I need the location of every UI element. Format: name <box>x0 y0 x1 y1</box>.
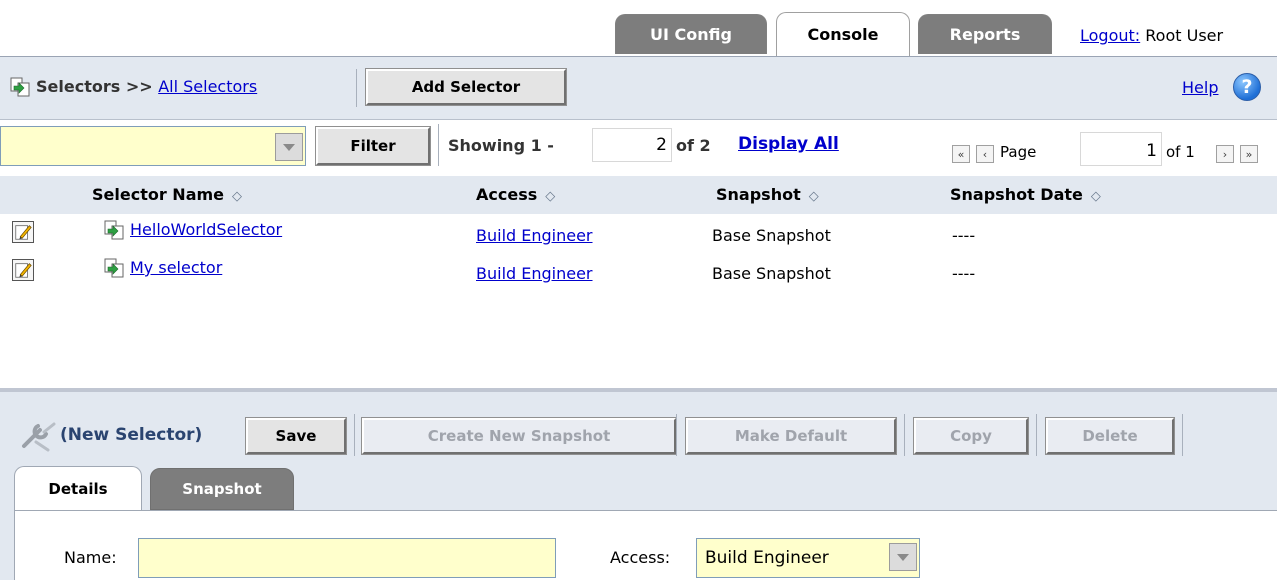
column-label: Selector Name <box>92 185 225 204</box>
add-selector-label: Add Selector <box>411 78 521 96</box>
save-button[interactable]: Save <box>245 417 347 455</box>
tab-label: Details <box>48 479 108 498</box>
column-label: Snapshot <box>716 185 801 204</box>
divider <box>438 124 439 166</box>
filter-label: Filter <box>350 137 396 155</box>
column-label: Snapshot Date <box>950 185 1083 204</box>
wrench-icon <box>22 422 56 452</box>
save-label: Save <box>275 427 317 445</box>
prev-page-icon[interactable]: ‹ <box>976 145 994 163</box>
table-header: Selector Name ◇ Access ◇ Snapshot ◇ Snapsho… <box>0 176 1277 214</box>
next-page-icon[interactable]: › <box>1216 145 1234 163</box>
header-bar: Selectors >> All Selectors Add Selector … <box>0 56 1277 120</box>
access-label: Access: <box>610 548 671 567</box>
snapshot-date-cell: ---- <box>952 264 976 283</box>
display-all-link[interactable]: Display All <box>738 134 839 154</box>
help-link[interactable]: Help <box>1182 78 1218 97</box>
access-link[interactable]: Build Engineer <box>476 264 593 283</box>
column-snapshot-date[interactable]: Snapshot Date ◇ <box>950 185 1101 204</box>
table-row[interactable]: My selector Build Engineer Base Snapshot… <box>0 252 1277 288</box>
sort-icon[interactable]: ◇ <box>1091 189 1101 204</box>
column-snapshot[interactable]: Snapshot ◇ <box>716 185 819 204</box>
selector-name-link[interactable]: My selector <box>130 258 222 277</box>
divider <box>354 414 355 456</box>
selector-icon <box>10 77 30 97</box>
table-row[interactable]: HelloWorldSelector Build Engineer Base S… <box>0 214 1277 250</box>
logout-area: Logout: Root User <box>1080 26 1223 45</box>
column-selector-name[interactable]: Selector Name ◇ <box>92 185 242 204</box>
access-value: Build Engineer <box>705 548 829 568</box>
sort-icon[interactable]: ◇ <box>545 189 555 204</box>
breadcrumb: Selectors >> All Selectors <box>36 77 257 96</box>
sort-icon[interactable]: ◇ <box>232 189 242 204</box>
showing-label: Showing 1 - <box>448 136 554 155</box>
filter-button[interactable]: Filter <box>315 126 431 166</box>
create-snapshot-label: Create New Snapshot <box>427 427 611 445</box>
showing-to-field[interactable]: 2 <box>592 128 672 162</box>
logout-link[interactable]: Logout: <box>1080 26 1140 45</box>
page-label: Page <box>1000 143 1037 161</box>
column-label: Access <box>476 185 538 204</box>
divider <box>1036 414 1037 456</box>
showing-of: of 2 <box>676 136 711 155</box>
divider <box>904 414 905 456</box>
tab-label: Snapshot <box>182 480 262 498</box>
tab-details[interactable]: Details <box>14 466 142 510</box>
page-of: of 1 <box>1166 143 1195 161</box>
copy-button[interactable]: Copy <box>913 417 1029 455</box>
page-field[interactable]: 1 <box>1080 132 1162 166</box>
first-page-icon[interactable]: « <box>952 145 970 163</box>
name-field[interactable] <box>138 538 556 578</box>
selector-icon <box>104 220 124 240</box>
current-user: Root User <box>1145 26 1224 45</box>
create-new-snapshot-button[interactable]: Create New Snapshot <box>361 417 677 455</box>
edit-icon[interactable] <box>12 259 34 281</box>
edit-icon[interactable] <box>12 221 34 243</box>
snapshot-date-cell: ---- <box>952 226 976 245</box>
selector-name-link[interactable]: HelloWorldSelector <box>130 220 282 239</box>
divider <box>676 414 677 456</box>
tab-ui-config[interactable]: UI Config <box>615 14 767 54</box>
snapshot-cell: Base Snapshot <box>712 226 831 245</box>
breadcrumb-prefix: Selectors >> <box>36 77 159 96</box>
access-select[interactable]: Build Engineer <box>696 538 920 578</box>
tab-label: Reports <box>949 25 1021 44</box>
add-selector-button[interactable]: Add Selector <box>365 68 567 106</box>
tab-reports[interactable]: Reports <box>918 14 1052 54</box>
editor-title: (New Selector) <box>60 425 203 445</box>
page-value: 1 <box>1146 141 1157 161</box>
chevron-down-icon[interactable] <box>889 543 917 571</box>
column-access[interactable]: Access ◇ <box>476 185 555 204</box>
tab-label: UI Config <box>650 25 732 44</box>
chevron-down-icon[interactable] <box>275 133 303 161</box>
delete-button[interactable]: Delete <box>1045 417 1175 455</box>
tab-snapshot[interactable]: Snapshot <box>150 468 294 510</box>
make-default-label: Make Default <box>734 427 848 445</box>
snapshot-cell: Base Snapshot <box>712 264 831 283</box>
showing-to-value: 2 <box>656 135 667 155</box>
sort-icon[interactable]: ◇ <box>809 189 819 204</box>
last-page-icon[interactable]: » <box>1240 145 1258 163</box>
name-label: Name: <box>64 548 117 567</box>
copy-label: Copy <box>950 427 992 445</box>
help-icon[interactable]: ? <box>1233 73 1261 101</box>
selector-icon <box>104 258 124 278</box>
divider <box>356 69 357 107</box>
tab-label: Console <box>807 25 879 44</box>
access-link[interactable]: Build Engineer <box>476 226 593 245</box>
tab-console[interactable]: Console <box>776 12 910 56</box>
make-default-button[interactable]: Make Default <box>685 417 897 455</box>
delete-label: Delete <box>1082 427 1138 445</box>
breadcrumb-all-selectors[interactable]: All Selectors <box>158 77 257 96</box>
filter-combo[interactable] <box>0 126 306 166</box>
divider <box>1182 414 1183 456</box>
